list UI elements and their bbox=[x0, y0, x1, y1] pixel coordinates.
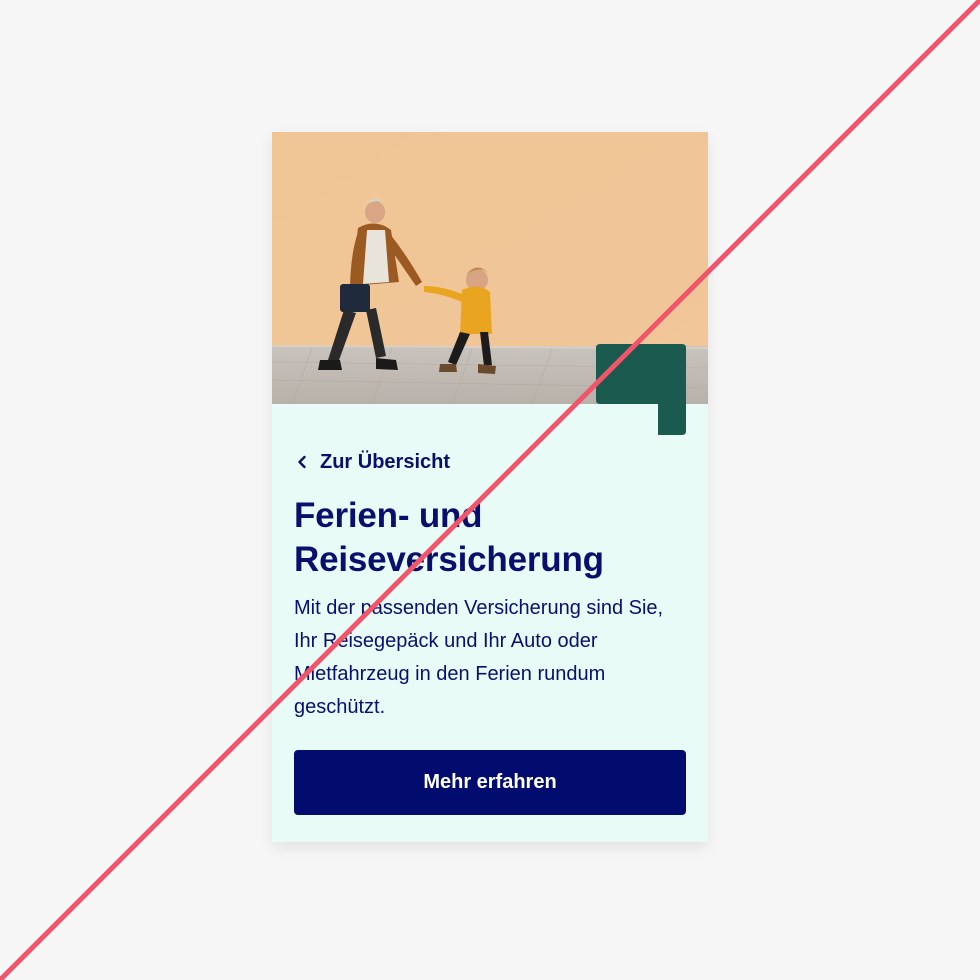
insurance-card: Zur Übersicht Ferien- und Reiseversicher… bbox=[272, 132, 708, 842]
card-title: Ferien- und Reiseversicherung bbox=[294, 496, 604, 579]
chevron-left-icon bbox=[294, 454, 310, 470]
card-content: Zur Übersicht Ferien- und Reiseversicher… bbox=[294, 444, 686, 724]
back-link-label: Zur Übersicht bbox=[320, 450, 451, 473]
learn-more-button[interactable]: Mehr erfahren bbox=[294, 750, 686, 815]
page: Zur Übersicht Ferien- und Reiseversicher… bbox=[0, 0, 980, 980]
card-description: Mit der passenden Versicherung sind Sie,… bbox=[294, 597, 664, 718]
brand-mark-icon bbox=[596, 344, 686, 435]
back-to-overview-link[interactable]: Zur Übersicht bbox=[294, 444, 450, 480]
